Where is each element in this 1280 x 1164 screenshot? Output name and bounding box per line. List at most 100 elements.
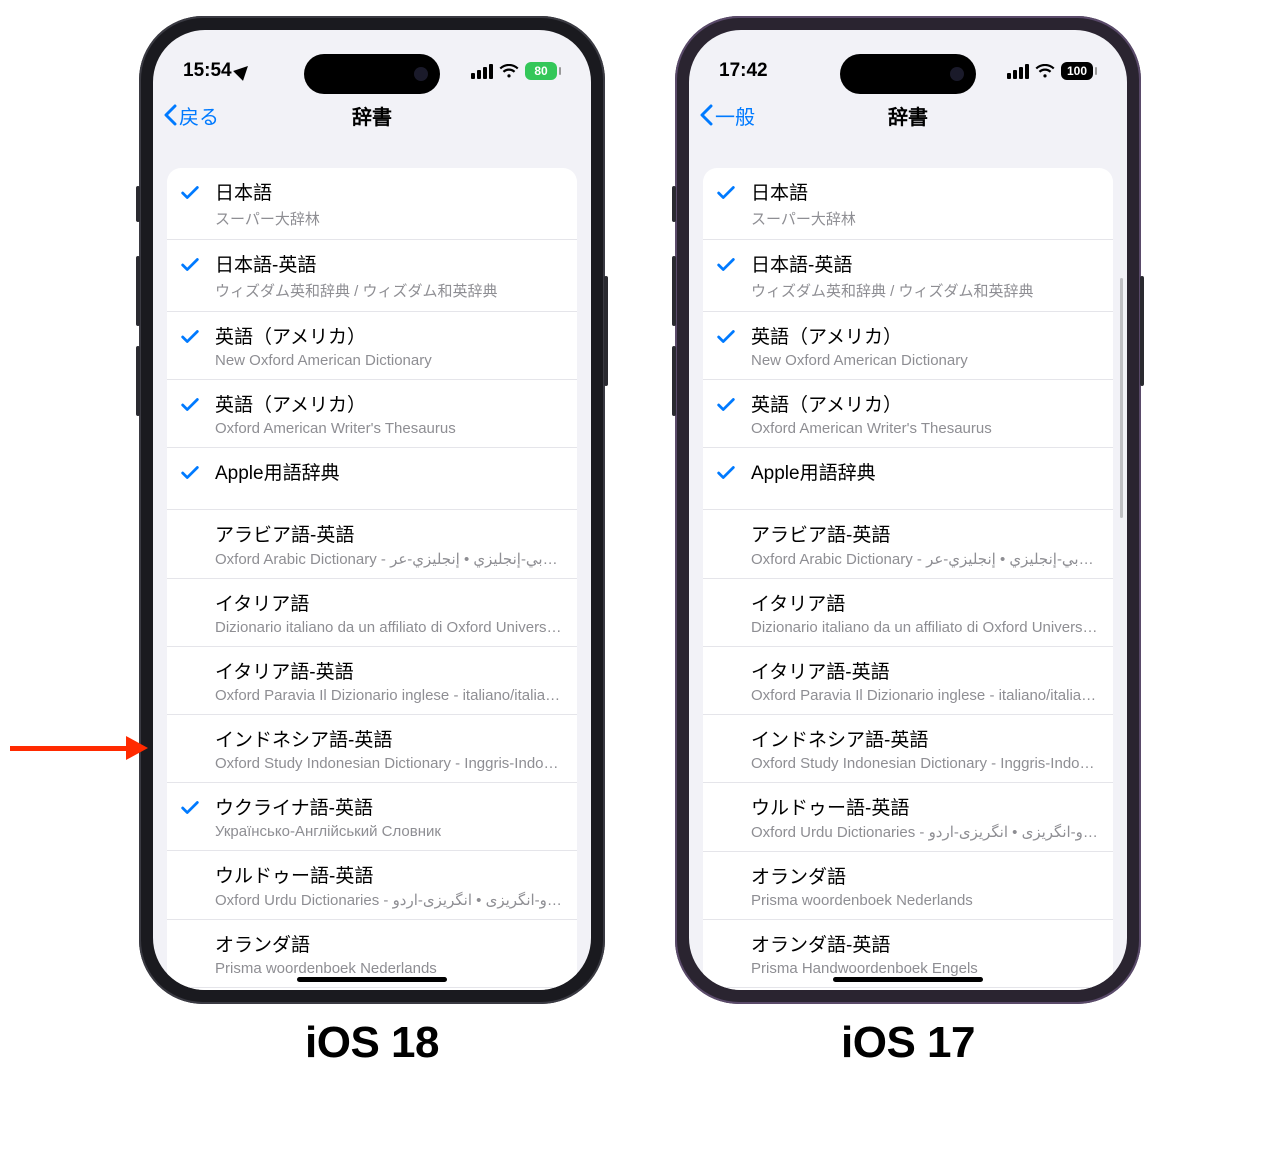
dictionary-subtitle: Oxford Urdu Dictionaries - اردو-انگریزی … (215, 891, 563, 909)
dictionary-row[interactable]: ウルドゥー語-英語 Oxford Urdu Dictionaries - اردو… (167, 850, 577, 919)
dictionary-row[interactable]: Apple用語辞典 (703, 447, 1113, 509)
checkmark-icon (179, 250, 215, 281)
dictionary-subtitle: Oxford American Writer's Thesaurus (215, 420, 563, 437)
battery-percent: 100 (1067, 64, 1087, 78)
dictionary-list[interactable]: 日本語スーパー大辞林日本語-英語ウィズダム英和辞典 / ウィズダム和英辞典英語（… (167, 168, 577, 990)
dictionary-title: アラビア語-英語 (215, 520, 563, 547)
cellular-signal-icon (1007, 64, 1029, 79)
dictionary-title: Apple用語辞典 (751, 458, 1099, 485)
dictionary-subtitle: スーパー大辞林 (215, 208, 563, 229)
dictionary-title: 英語（アメリカ） (751, 390, 1099, 417)
dictionary-subtitle: Oxford Study Indonesian Dictionary - Ing… (215, 755, 563, 772)
dictionary-row[interactable]: インドネシア語-英語 Oxford Study Indonesian Dictio… (703, 714, 1113, 782)
dictionary-row[interactable]: 英語（アメリカ） Oxford American Writer's Thesaur… (703, 379, 1113, 447)
dictionary-title: 日本語 (215, 178, 563, 205)
dictionary-row[interactable]: イタリア語 Dizionario italiano da un affiliato… (167, 578, 577, 646)
back-button[interactable]: 戻る (163, 101, 219, 130)
side-button (1140, 276, 1144, 386)
dictionary-subtitle: ウィズダム英和辞典 / ウィズダム和英辞典 (215, 280, 563, 301)
checkmark-icon (715, 390, 751, 421)
phone-ios17: 17:42 100 (675, 16, 1141, 1068)
dictionary-subtitle: Prisma woordenboek Nederlands (215, 960, 563, 977)
dictionary-subtitle: Oxford American Writer's Thesaurus (751, 420, 1099, 437)
dictionary-title: イタリア語-英語 (751, 657, 1099, 684)
location-arrow-icon (233, 61, 253, 81)
battery-indicator: 100 (1061, 62, 1097, 80)
dictionary-title: 日本語 (751, 178, 1099, 205)
battery-indicator: 80 (525, 62, 561, 80)
phone-ios18: 15:54 80 (139, 16, 605, 1068)
dictionary-title: 日本語-英語 (215, 250, 563, 277)
dictionary-row[interactable]: オランダ語-英語Prisma Handwoordenboek Engels (167, 987, 577, 990)
side-button (604, 276, 608, 386)
dictionary-row[interactable]: インドネシア語-英語 Oxford Study Indonesian Dictio… (167, 714, 577, 782)
dictionary-list[interactable]: 日本語スーパー大辞林日本語-英語ウィズダム英和辞典 / ウィズダム和英辞典英語（… (703, 168, 1113, 990)
side-button (136, 186, 140, 222)
dictionary-title: アラビア語-英語 (751, 520, 1099, 547)
nav-bar: 戻る 辞書 (153, 92, 591, 138)
dictionary-subtitle: Dizionario italiano da un affiliato di O… (751, 619, 1099, 636)
dictionary-title: ウルドゥー語-英語 (215, 861, 563, 888)
dictionary-subtitle: Oxford Paravia Il Dizionario inglese - i… (215, 687, 563, 704)
side-button (672, 256, 676, 326)
dictionary-row[interactable]: 日本語-英語ウィズダム英和辞典 / ウィズダム和英辞典 (167, 239, 577, 311)
dictionary-row[interactable]: オランダ語 Prisma woordenboek Nederlands (703, 851, 1113, 919)
dictionary-subtitle: Oxford Urdu Dictionaries - اردو-انگریزی … (751, 823, 1099, 841)
dictionary-subtitle: Prisma Handwoordenboek Engels (751, 960, 1099, 977)
dictionary-title: 日本語-英語 (751, 250, 1099, 277)
dictionary-row[interactable]: イタリア語Dizionario italiano da un affiliato… (703, 578, 1113, 646)
dictionary-subtitle: Oxford Paravia Il Dizionario inglese - i… (751, 687, 1099, 704)
annotation-arrow (10, 736, 148, 760)
home-indicator[interactable] (297, 977, 447, 982)
dictionary-row[interactable]: 日本語スーパー大辞林 (167, 168, 577, 239)
status-time: 15:54 (183, 60, 232, 82)
dictionary-row[interactable]: 日本語-英語ウィズダム英和辞典 / ウィズダム和英辞典 (703, 239, 1113, 311)
dictionary-title: 英語（アメリカ） (215, 322, 563, 349)
dictionary-row[interactable]: 日本語スーパー大辞林 (703, 168, 1113, 239)
dictionary-row[interactable]: アラビア語-英語 Oxford Arabic Dictionary - عربي-… (167, 509, 577, 578)
dictionary-row[interactable]: Apple用語辞典 (167, 447, 577, 509)
back-label: 戻る (179, 101, 219, 130)
side-button (136, 256, 140, 326)
dictionary-title: ウクライナ語-英語 (215, 793, 563, 820)
nav-bar: 一般 辞書 (689, 92, 1127, 138)
dictionary-row[interactable]: ウルドゥー語-英語Oxford Urdu Dictionaries - اردو… (703, 782, 1113, 851)
checkmark-icon (179, 793, 215, 824)
checkmark-icon (715, 458, 751, 489)
dictionary-row[interactable]: 英語（アメリカ） Oxford American Writer's Thesaur… (167, 379, 577, 447)
back-label: 一般 (715, 101, 755, 130)
dictionary-row[interactable]: 英語（アメリカ）New Oxford American Dictionary (703, 311, 1113, 379)
dictionary-title: インドネシア語-英語 (215, 725, 563, 752)
dictionary-subtitle: New Oxford American Dictionary (751, 352, 1099, 369)
dynamic-island (840, 54, 976, 94)
dictionary-row[interactable]: イタリア語-英語 Oxford Paravia Il Dizionario ing… (167, 646, 577, 714)
dictionary-subtitle: Oxford Arabic Dictionary - عربي-إنجليزي … (215, 550, 563, 568)
dictionary-title: オランダ語 (751, 862, 1099, 889)
scroll-indicator[interactable] (1120, 278, 1123, 518)
checkmark-icon (179, 458, 215, 489)
side-button (672, 186, 676, 222)
dictionary-subtitle: Dizionario italiano da un affiliato di O… (215, 619, 563, 636)
cellular-signal-icon (471, 64, 493, 79)
dictionary-title: イタリア語 (215, 589, 563, 616)
wifi-icon (1035, 64, 1055, 79)
dictionary-title: 英語（アメリカ） (215, 390, 563, 417)
dictionary-subtitle: スーパー大辞林 (751, 208, 1099, 229)
home-indicator[interactable] (833, 977, 983, 982)
dictionary-subtitle: Oxford Study Indonesian Dictionary - Ing… (751, 755, 1099, 772)
dictionary-row[interactable]: ウクライナ語-英語Українсько-Англійський Словник (167, 782, 577, 850)
battery-percent: 80 (534, 64, 547, 78)
dictionary-row[interactable]: カタロニア語Larousse Editorial Diccionari Manu… (703, 987, 1113, 990)
dictionary-subtitle: Prisma woordenboek Nederlands (751, 892, 1099, 909)
side-button (136, 346, 140, 416)
dictionary-title: イタリア語-英語 (215, 657, 563, 684)
dictionary-subtitle: ウィズダム英和辞典 / ウィズダム和英辞典 (751, 280, 1099, 301)
dictionary-row[interactable]: イタリア語-英語 Oxford Paravia Il Dizionario ing… (703, 646, 1113, 714)
page-title: 辞書 (352, 101, 392, 130)
checkmark-icon (715, 250, 751, 281)
dictionary-row[interactable]: アラビア語-英語Oxford Arabic Dictionary - عربي-… (703, 509, 1113, 578)
checkmark-icon (715, 322, 751, 353)
dictionary-title: インドネシア語-英語 (751, 725, 1099, 752)
back-button[interactable]: 一般 (699, 101, 755, 130)
dictionary-row[interactable]: 英語（アメリカ）New Oxford American Dictionary (167, 311, 577, 379)
